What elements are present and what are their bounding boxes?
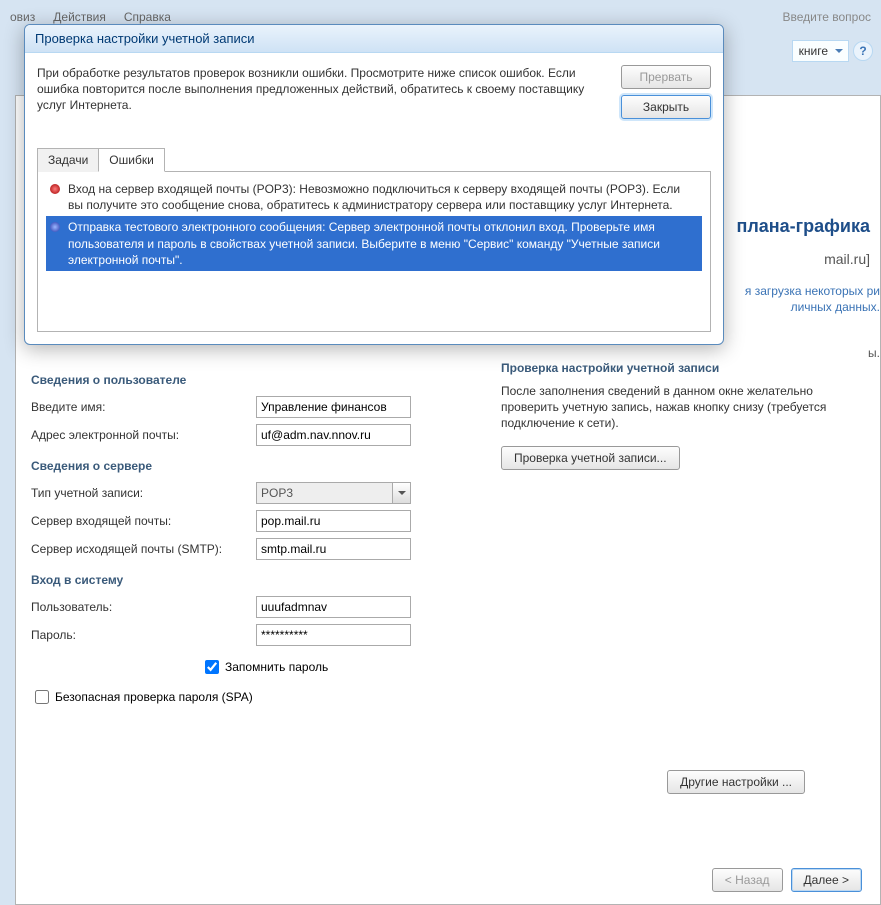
error-item[interactable]: Вход на сервер входящей почты (POP3): Не… bbox=[46, 178, 702, 216]
bg-mail: mail.ru] bbox=[824, 251, 870, 267]
remember-checkbox[interactable] bbox=[205, 660, 219, 674]
bg-link1: я загрузка некоторых ри bbox=[745, 284, 880, 298]
outgoing-label: Сервер исходящей почты (SMTP): bbox=[31, 542, 256, 556]
email-label: Адрес электронной почты: bbox=[31, 428, 256, 442]
next-button[interactable]: Далее > bbox=[791, 868, 863, 892]
pass-input[interactable] bbox=[256, 624, 411, 646]
book-combo[interactable]: книге bbox=[792, 40, 849, 62]
user-input[interactable] bbox=[256, 596, 411, 618]
email-input[interactable] bbox=[256, 424, 411, 446]
close-button[interactable]: Закрыть bbox=[621, 95, 711, 119]
spa-checkbox[interactable] bbox=[35, 690, 49, 704]
error-dot-icon bbox=[50, 222, 60, 232]
back-button[interactable]: < Назад bbox=[712, 868, 783, 892]
check-desc: После заполнения сведений в данном окне … bbox=[501, 383, 845, 432]
abort-button[interactable]: Прервать bbox=[621, 65, 711, 89]
incoming-input[interactable] bbox=[256, 510, 411, 532]
tab-tasks[interactable]: Задачи bbox=[37, 148, 99, 172]
other-settings-button[interactable]: Другие настройки ... bbox=[667, 770, 805, 794]
name-input[interactable] bbox=[256, 396, 411, 418]
bg-link2: личных данных. bbox=[791, 300, 880, 314]
bg-title: плана-графика bbox=[736, 216, 870, 237]
error-list[interactable]: Вход на сервер входящей почты (POP3): Не… bbox=[37, 172, 711, 332]
dialog-tabs: Задачи Ошибки bbox=[37, 147, 711, 172]
bg-toolbar: книге ? bbox=[792, 40, 881, 62]
section-user: Сведения о пользователе bbox=[31, 373, 451, 387]
account-type-label: Тип учетной записи: bbox=[31, 486, 256, 500]
bg-dot: ы. bbox=[868, 346, 880, 360]
background-menu: овиз Действия Справка bbox=[0, 10, 881, 24]
help-icon[interactable]: ? bbox=[853, 41, 873, 61]
incoming-label: Сервер входящей почты: bbox=[31, 514, 256, 528]
error-text: Вход на сервер входящей почты (POP3): Не… bbox=[68, 181, 698, 213]
spa-label: Безопасная проверка пароля (SPA) bbox=[55, 690, 253, 704]
dialog-message: При обработке результатов проверок возни… bbox=[37, 65, 611, 119]
tab-errors[interactable]: Ошибки bbox=[98, 148, 165, 172]
remember-label: Запомнить пароль bbox=[225, 660, 328, 674]
dialog-title: Проверка настройки учетной записи bbox=[25, 25, 723, 53]
error-item[interactable]: Отправка тестового электронного сообщени… bbox=[46, 216, 702, 271]
account-type-combo[interactable]: POP3 bbox=[256, 482, 411, 504]
error-dot-icon bbox=[50, 184, 60, 194]
user-label: Пользователь: bbox=[31, 600, 256, 614]
pass-label: Пароль: bbox=[31, 628, 256, 642]
check-dialog: Проверка настройки учетной записи При об… bbox=[24, 24, 724, 345]
error-text: Отправка тестового электронного сообщени… bbox=[68, 219, 698, 268]
section-check: Проверка настройки учетной записи bbox=[501, 361, 845, 375]
section-login: Вход в систему bbox=[31, 573, 451, 587]
search-hint: Введите вопрос bbox=[783, 10, 881, 24]
section-server: Сведения о сервере bbox=[31, 459, 451, 473]
outgoing-input[interactable] bbox=[256, 538, 411, 560]
check-account-button[interactable]: Проверка учетной записи... bbox=[501, 446, 680, 470]
name-label: Введите имя: bbox=[31, 400, 256, 414]
chevron-down-icon bbox=[392, 483, 410, 503]
